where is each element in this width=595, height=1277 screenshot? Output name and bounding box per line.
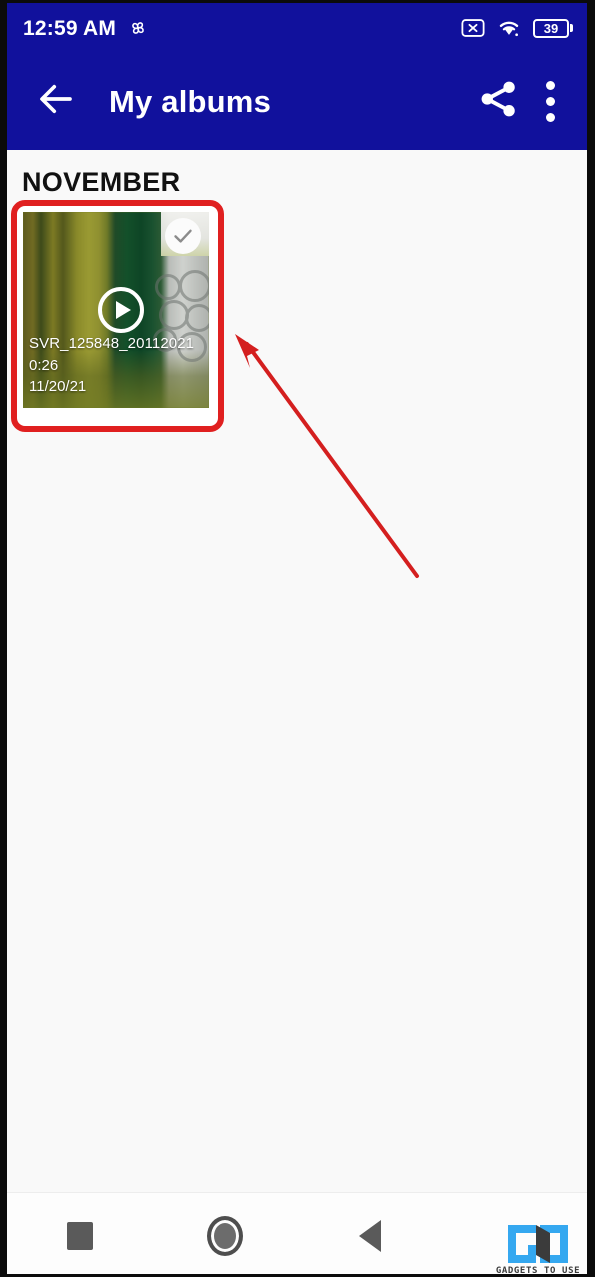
watermark: GADGETS TO USE <box>495 1223 581 1276</box>
battery-level: 39 <box>533 18 569 38</box>
back-triangle <box>358 1219 381 1252</box>
annotation-highlight-box: SVR_125848_20112021 0:26 11/20/21 <box>11 200 224 432</box>
play-triangle <box>116 301 131 319</box>
overflow-dot <box>545 81 555 90</box>
circle-home-icon[interactable] <box>152 1193 297 1274</box>
wifi-icon <box>497 18 521 38</box>
share-icon[interactable] <box>477 77 545 126</box>
recents-square <box>66 1221 93 1250</box>
back-arrow-icon[interactable] <box>35 78 77 125</box>
triangle-back-icon[interactable] <box>297 1193 442 1274</box>
play-circle-icon[interactable] <box>98 287 144 333</box>
system-navigation-bar: GADGETS TO USE <box>7 1192 587 1276</box>
check-circle-icon[interactable] <box>165 218 201 254</box>
overflow-menu-icon[interactable] <box>545 81 555 122</box>
gadgets-to-use-logo <box>508 1225 568 1263</box>
album-content: NOVEMBER SVR_125848_20112021 0:26 11/20/… <box>7 150 587 1192</box>
overflow-dot <box>545 97 555 106</box>
watermark-text: GADGETS TO USE <box>495 1266 581 1276</box>
status-bar: 12:59 AM 39 <box>7 3 587 53</box>
app-bar: My albums <box>7 53 587 150</box>
x-in-box-icon <box>461 19 485 37</box>
battery-tip <box>570 24 573 32</box>
video-thumbnail[interactable]: SVR_125848_20112021 0:26 11/20/21 <box>23 212 209 408</box>
month-section-header: NOVEMBER <box>22 167 181 197</box>
phone-screen: 12:59 AM 39 My albums NOVEMBER SVR_12584… <box>0 0 595 1277</box>
square-recents-icon[interactable] <box>7 1193 152 1274</box>
battery-icon: 39 <box>533 18 573 38</box>
thumbnail-image-detail <box>153 270 209 362</box>
overflow-dot <box>545 113 555 122</box>
status-bar-right: 39 <box>461 18 573 38</box>
home-circle <box>206 1215 243 1256</box>
status-bar-left: 12:59 AM <box>23 17 149 39</box>
pinwheel-icon <box>127 17 149 39</box>
status-clock: 12:59 AM <box>23 16 117 40</box>
page-title: My albums <box>109 83 272 119</box>
